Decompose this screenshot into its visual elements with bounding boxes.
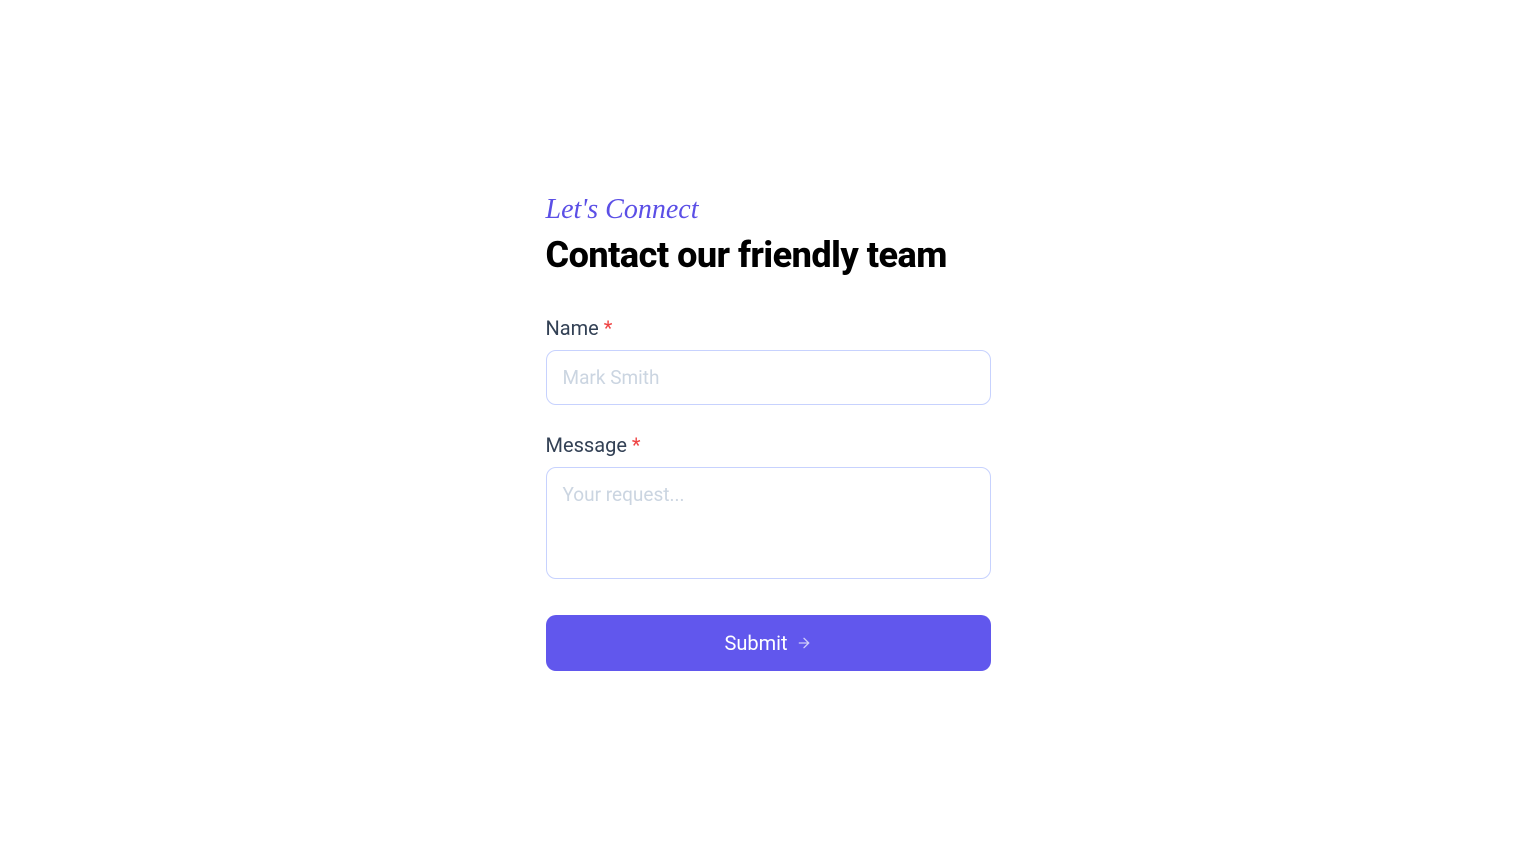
form-subtitle: Let's Connect (546, 194, 991, 226)
arrow-right-icon (796, 635, 812, 651)
required-asterisk: * (632, 433, 641, 457)
submit-button[interactable]: Submit (546, 615, 991, 671)
message-textarea[interactable] (546, 467, 991, 579)
required-asterisk: * (604, 316, 613, 340)
submit-button-label: Submit (724, 631, 787, 655)
name-label-text: Name (546, 316, 604, 340)
message-label-text: Message (546, 433, 632, 457)
message-field-group: Message * (546, 433, 991, 583)
message-label: Message * (546, 433, 991, 457)
contact-form-container: Let's Connect Contact our friendly team … (546, 194, 991, 671)
name-input[interactable] (546, 350, 991, 405)
form-title: Contact our friendly team (546, 234, 991, 276)
name-field-group: Name * (546, 316, 991, 405)
name-label: Name * (546, 316, 991, 340)
